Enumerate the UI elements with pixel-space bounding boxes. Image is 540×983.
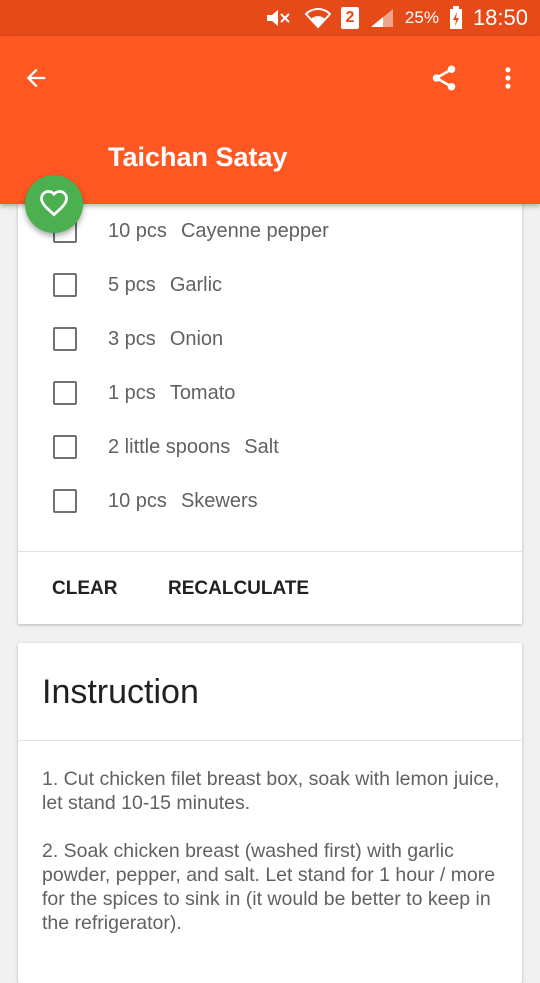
recipe-title: Taichan Satay [108, 142, 288, 172]
instruction-heading: Instruction [42, 673, 199, 711]
heart-outline-icon [40, 190, 68, 217]
wifi-icon [304, 7, 331, 29]
ingredient-name: Tomato [169, 381, 236, 404]
ingredient-row[interactable]: 2 little spoons Salt [18, 420, 522, 474]
instruction-card: Instruction 1. Cut chicken filet breast … [18, 643, 522, 983]
more-options-button[interactable] [488, 58, 528, 98]
battery-charging-icon [449, 6, 463, 30]
ingredient-name: Salt [244, 435, 279, 458]
ingredient-text: 2 little spoons Salt [108, 436, 279, 459]
ingredient-checkbox[interactable] [53, 273, 77, 297]
ingredient-checkbox[interactable] [53, 435, 77, 459]
signal-icon [369, 7, 395, 29]
ingredient-text: 3 pcs Onion [108, 328, 223, 351]
card-divider [18, 551, 522, 552]
ingredient-qty: 5 pcs [108, 273, 156, 296]
ingredient-row[interactable]: 10 pcs Skewers [18, 474, 522, 528]
status-bar: 2 25% 18:50 [0, 0, 540, 36]
ingredient-qty: 3 pcs [108, 327, 156, 350]
clock: 18:50 [472, 5, 528, 30]
share-icon [432, 65, 456, 91]
app-bar: Taichan Satay [0, 36, 540, 204]
ingredient-row[interactable]: 5 pcs Garlic [18, 258, 522, 312]
ingredient-name: Cayenne pepper [180, 219, 329, 242]
recalculate-button[interactable]: RECALCULATE [168, 578, 309, 600]
instruction-step: 1. Cut chicken filet breast box, soak wi… [42, 768, 500, 814]
status-icons: 2 25% 18:50 [265, 0, 528, 36]
ingredient-row[interactable]: 3 pcs Onion [18, 312, 522, 366]
card-divider [18, 740, 522, 741]
ingredient-text: 10 pcs Cayenne pepper [108, 220, 329, 243]
instruction-step: 2. Soak chicken breast (washed first) wi… [42, 840, 496, 934]
arrow-back-icon [26, 68, 46, 88]
share-button[interactable] [424, 58, 464, 98]
ingredient-text: 1 pcs Tomato [108, 382, 235, 405]
ingredient-qty: 2 little spoons [108, 435, 231, 458]
ingredient-name: Garlic [169, 273, 223, 296]
clear-button[interactable]: CLEAR [52, 578, 117, 600]
ingredient-qty: 10 pcs [108, 219, 167, 242]
ingredient-text: 5 pcs Garlic [108, 274, 222, 297]
battery-percent: 25% [404, 8, 439, 27]
ingredient-checkbox[interactable] [53, 489, 77, 513]
ingredient-name: Skewers [180, 489, 258, 512]
ingredient-qty: 1 pcs [108, 381, 156, 404]
mute-icon [265, 7, 295, 29]
ingredient-text: 10 pcs Skewers [108, 490, 258, 513]
favorite-button[interactable] [25, 175, 83, 233]
instruction-body: 1. Cut chicken filet breast box, soak wi… [42, 767, 502, 959]
ingredient-name: Onion [169, 327, 224, 350]
ingredient-row[interactable]: 1 pcs Tomato [18, 366, 522, 420]
more-vert-icon [505, 67, 511, 89]
ingredient-qty: 10 pcs [108, 489, 167, 512]
ingredient-checkbox[interactable] [53, 381, 77, 405]
sim-badge: 2 [340, 7, 359, 29]
ingredient-checkbox[interactable] [53, 327, 77, 351]
ingredient-row[interactable]: 10 pcs Cayenne pepper [18, 204, 522, 258]
back-button[interactable] [16, 58, 56, 98]
ingredients-card: 10 pcs Cayenne pepper 5 pcs Garlic 3 pcs On… [18, 190, 522, 624]
